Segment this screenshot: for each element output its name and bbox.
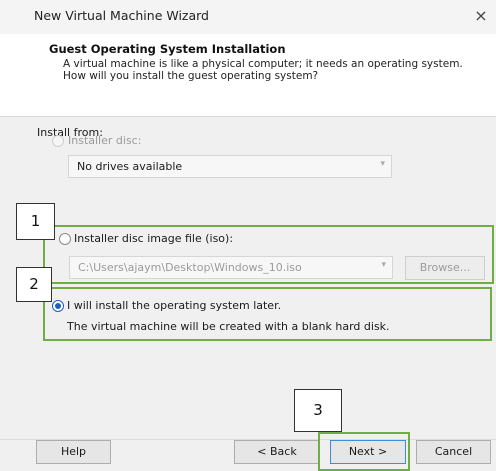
cancel-button[interactable]: Cancel: [416, 440, 491, 464]
installer-disc-radio[interactable]: [52, 135, 64, 147]
callout-number-2: 2: [16, 267, 52, 302]
callout-number-1: 1: [16, 203, 55, 240]
highlight-box-iso: [43, 225, 494, 284]
drive-select-box[interactable]: No drives available ▾: [68, 155, 392, 178]
callout-number-3: 3: [294, 389, 342, 432]
highlight-box-later: [43, 287, 492, 341]
drive-select-value: No drives available: [77, 160, 183, 173]
title-bar: New Virtual Machine Wizard ×: [0, 0, 496, 34]
help-button[interactable]: Help: [36, 440, 111, 464]
chevron-down-icon: ▾: [380, 159, 385, 169]
window-title: New Virtual Machine Wizard: [34, 8, 209, 23]
back-button[interactable]: < Back: [234, 440, 320, 464]
close-icon[interactable]: ×: [470, 5, 492, 27]
page-title: Guest Operating System Installation: [49, 42, 286, 56]
highlight-box-next: [318, 432, 410, 471]
page-description: A virtual machine is like a physical com…: [63, 58, 463, 82]
installer-disc-label: Installer disc:: [68, 134, 142, 147]
